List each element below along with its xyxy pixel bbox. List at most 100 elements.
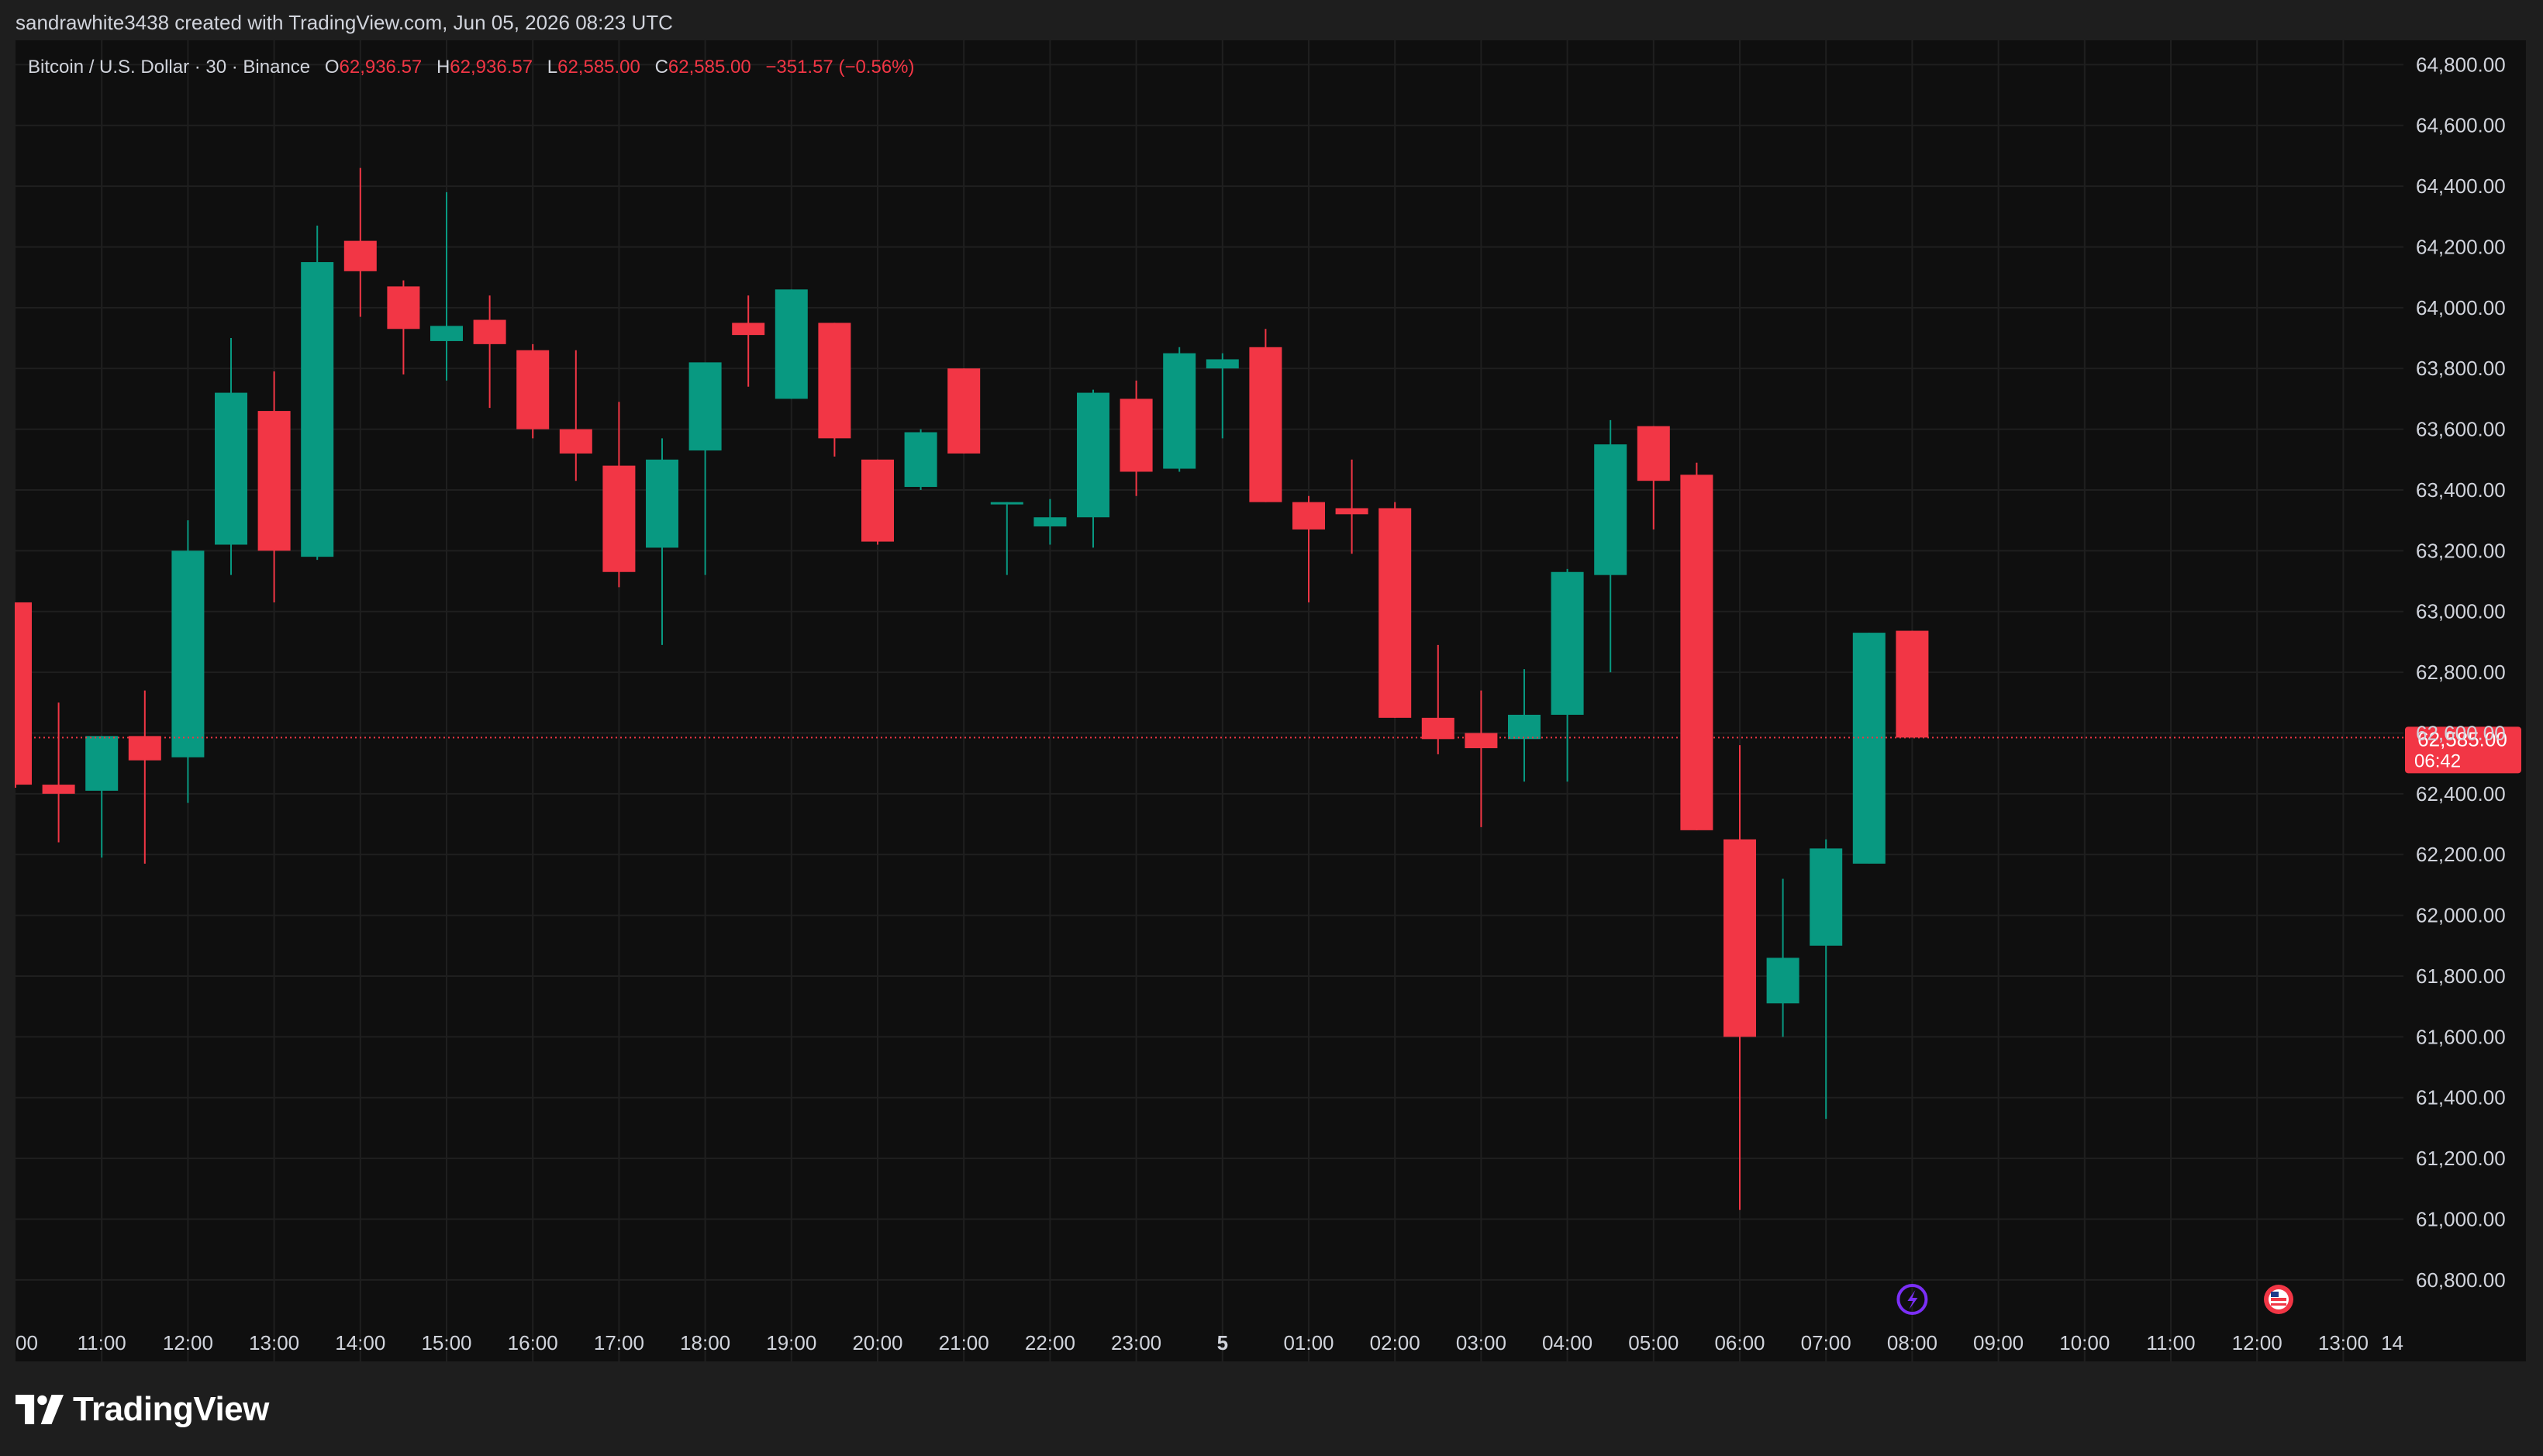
time-tick-label: 13:00 [2318, 1331, 2369, 1354]
candle-body [861, 459, 894, 542]
time-tick-label: 20:00 [852, 1331, 902, 1354]
time-tick-label: 17:00 [594, 1331, 644, 1354]
candle-body [1594, 444, 1627, 575]
candle-body [1724, 839, 1756, 1037]
time-tick-label: 18:00 [680, 1331, 730, 1354]
price-tick-label: 63,800.00 [2416, 357, 2506, 380]
time-tick-label: 02:00 [1370, 1331, 1420, 1354]
price-tick-label: 64,800.00 [2416, 53, 2506, 76]
legend-high-value: 62,936.57 [450, 57, 533, 78]
price-tick-label: 62,800.00 [2416, 661, 2506, 684]
candle-body [1206, 359, 1239, 369]
legend-open-label: O [325, 57, 340, 78]
candle-body [1551, 571, 1584, 715]
time-tick-label: 12:00 [163, 1331, 213, 1354]
time-tick-label: 19:00 [766, 1331, 816, 1354]
time-tick-label: 04:00 [1542, 1331, 1592, 1354]
legend-close-label: C [655, 57, 668, 78]
candle-body [1378, 508, 1412, 718]
price-chart[interactable]: 62,585.00 06:42 60,800.00 61,000.00 61,200.… [0, 0, 2543, 1456]
price-tick-label: 62,600.00 [2416, 721, 2506, 744]
time-tick-label: 06:00 [1714, 1331, 1765, 1354]
time-tick-label: 00 [16, 1331, 38, 1354]
candle-body [16, 602, 32, 785]
price-tick-label: 63,600.00 [2416, 418, 2506, 441]
candle-body [775, 289, 808, 399]
candle-body [85, 736, 119, 791]
price-tick-label: 63,400.00 [2416, 478, 2506, 502]
price-tick-label: 61,400.00 [2416, 1086, 2506, 1109]
time-tick-label: 22:00 [1025, 1331, 1075, 1354]
candle-body [1421, 717, 1454, 740]
time-tick-label: 08:00 [1887, 1331, 1937, 1354]
tradingview-logo[interactable]: TradingView [16, 1388, 269, 1431]
time-tick-label: 05:00 [1628, 1331, 1679, 1354]
price-axis[interactable]: 60,800.00 61,000.00 61,200.00 61,400.00 61,6… [2416, 53, 2506, 1291]
time-tick-label: 21:00 [939, 1331, 989, 1354]
price-tick-label: 62,400.00 [2416, 782, 2506, 806]
candle-body [646, 459, 678, 548]
time-tick-label: 23:00 [1111, 1331, 1161, 1354]
logo-wordmark: TradingView [73, 1390, 269, 1428]
flag-stripe [2271, 1298, 2286, 1301]
countdown-label: 06:42 [2414, 750, 2461, 771]
candle-body [1249, 347, 1282, 502]
candle-body [1810, 848, 1843, 946]
time-tick-label: 15:00 [421, 1331, 471, 1354]
candle-body [1292, 502, 1325, 530]
price-tick-label: 64,400.00 [2416, 174, 2506, 198]
price-tick-label: 61,600.00 [2416, 1025, 2506, 1048]
time-tick-label: 03:00 [1456, 1331, 1506, 1354]
candle-body [1335, 508, 1368, 515]
legend-high-label: H [436, 57, 450, 78]
price-tick-label: 64,000.00 [2416, 296, 2506, 319]
candle-body [1852, 633, 1886, 864]
candle-body [1465, 733, 1498, 749]
price-tick-label: 61,000.00 [2416, 1207, 2506, 1230]
candle-body [1077, 392, 1109, 518]
flag-stripe [2271, 1303, 2286, 1306]
time-tick-label: 13:00 [249, 1331, 299, 1354]
candle-body [1896, 630, 1929, 738]
time-tick-label: 09:00 [1973, 1331, 2024, 1354]
legend-close-value: 62,585.00 [668, 57, 751, 78]
candle-body [430, 326, 463, 341]
price-tick-label: 62,200.00 [2416, 843, 2506, 866]
candle-body [128, 736, 161, 761]
legend-symbol: Bitcoin / U.S. Dollar · 30 · Binance [28, 57, 310, 78]
price-tick-label: 64,200.00 [2416, 235, 2506, 258]
time-tick-label: 10:00 [2059, 1331, 2110, 1354]
us-flag-event-icon [2264, 1285, 2293, 1314]
chart-pane-background[interactable] [16, 40, 2403, 1361]
candle-body [947, 368, 981, 454]
price-tick-label: 64,600.00 [2416, 114, 2506, 137]
candle-body [818, 323, 851, 439]
price-tick-label: 61,800.00 [2416, 964, 2506, 988]
price-tick-label: 61,200.00 [2416, 1147, 2506, 1170]
candle-body [171, 550, 205, 757]
price-tick-label: 63,000.00 [2416, 600, 2506, 623]
candle-body [473, 319, 506, 344]
candle-body [1033, 517, 1067, 526]
legend-low-label: L [547, 57, 557, 78]
candle-body [732, 323, 765, 336]
price-tick-label: 62,000.00 [2416, 904, 2506, 927]
candle-body [42, 785, 75, 794]
price-tick-label: 60,800.00 [2416, 1268, 2506, 1292]
candle-body [1120, 399, 1153, 472]
candle-body [1508, 714, 1541, 740]
time-tick-label: 14:00 [335, 1331, 385, 1354]
time-tick-label: 14 [2381, 1331, 2403, 1354]
candle-body [257, 411, 291, 551]
candle-body [559, 429, 592, 454]
candle-body [904, 432, 937, 488]
time-tick-label: 01:00 [1283, 1331, 1334, 1354]
candle-body [1637, 426, 1670, 481]
candle-body [301, 262, 334, 557]
time-tick-label: 11:00 [78, 1331, 126, 1354]
time-tick-label: 16:00 [508, 1331, 558, 1354]
legend-low-value: 62,585.00 [557, 57, 640, 78]
candle-body [387, 286, 420, 329]
time-tick-label: 5 [1217, 1331, 1228, 1354]
candle-body [688, 362, 722, 451]
